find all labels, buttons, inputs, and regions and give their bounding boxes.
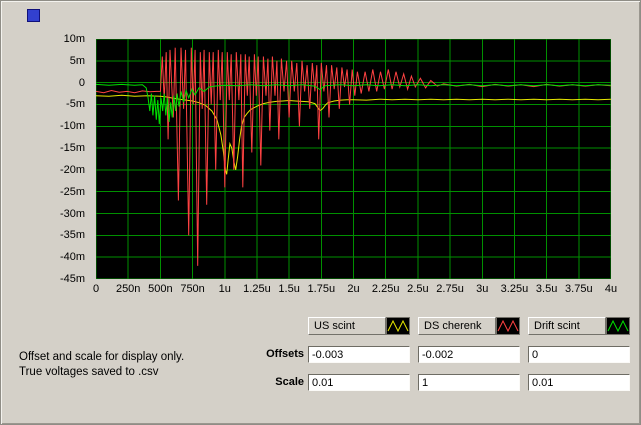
x-tick-label: 3.5u bbox=[535, 283, 558, 295]
y-tick-label: -35m bbox=[59, 229, 85, 242]
y-tick-label: -20m bbox=[59, 163, 85, 176]
waveform-plot-icon bbox=[496, 317, 520, 335]
scale-label: Scale bbox=[275, 376, 304, 388]
x-axis-labels: 0 250n 500n 750n 1u 1.25u 1.5u 1.75u 2u 2.25u 2.5u… bbox=[92, 283, 617, 297]
y-tick-label: -15m bbox=[59, 142, 85, 155]
x-tick-label: 500n bbox=[148, 283, 173, 295]
x-tick-label: 3.25u bbox=[500, 283, 529, 295]
waveform-plot-icon bbox=[386, 317, 410, 335]
y-tick-label: -45m bbox=[59, 273, 85, 285]
x-tick-label: 0 bbox=[92, 283, 100, 295]
offset-input-drift-scint[interactable] bbox=[528, 346, 630, 363]
y-tick-label: -25m bbox=[59, 185, 85, 198]
front-panel: 10m 5m 0 -5m -10m -15m -20m -25m -30m -35m -40m -45… bbox=[0, 0, 641, 425]
legend-label: US scint bbox=[308, 317, 386, 335]
legend-label: DS cherenk bbox=[418, 317, 496, 335]
offset-input-ds-cherenk[interactable] bbox=[418, 346, 520, 363]
x-tick-label: 1.5u bbox=[278, 283, 300, 295]
x-tick-label: 1u bbox=[218, 283, 231, 295]
y-tick-label: 10m bbox=[63, 33, 85, 45]
y-tick-label: 5m bbox=[69, 54, 85, 67]
waveform-svg bbox=[96, 39, 611, 279]
offsets-label: Offsets bbox=[266, 348, 304, 360]
x-tick-label: 2.75u bbox=[436, 283, 464, 295]
x-tick-label: 4u bbox=[604, 283, 618, 295]
scale-input-ds-cherenk[interactable] bbox=[418, 374, 520, 391]
scale-input-drift-scint[interactable] bbox=[528, 374, 630, 391]
x-tick-label: 3u bbox=[476, 283, 489, 295]
waveform-plot-icon bbox=[606, 317, 630, 335]
legend-item-drift-scint[interactable]: Drift scint bbox=[528, 317, 630, 335]
display-note-line2: True voltages saved to .csv bbox=[19, 366, 159, 378]
waveform-graph bbox=[96, 39, 611, 279]
offset-input-us-scint[interactable] bbox=[308, 346, 410, 363]
y-tick-label: 0 bbox=[78, 76, 85, 89]
y-tick-label: -40m bbox=[59, 251, 85, 264]
x-tick-label: 2.25u bbox=[371, 283, 400, 295]
x-tick-label: 2.5u bbox=[407, 283, 429, 295]
x-tick-label: 3.75u bbox=[565, 283, 593, 295]
legend-item-ds-cherenk[interactable]: DS cherenk bbox=[418, 317, 520, 335]
scale-input-us-scint[interactable] bbox=[308, 374, 410, 391]
y-tick-label: -5m bbox=[66, 98, 85, 111]
display-note: Offset and scale for display only. True … bbox=[19, 350, 184, 380]
display-note-line1: Offset and scale for display only. bbox=[19, 351, 185, 363]
legend-label: Drift scint bbox=[528, 317, 606, 335]
x-tick-label: 750n bbox=[180, 283, 205, 295]
decoration-blue-square bbox=[27, 9, 40, 22]
x-tick-label: 2u bbox=[347, 283, 360, 295]
y-tick-label: -30m bbox=[59, 207, 85, 220]
y-tick-label: -10m bbox=[59, 120, 85, 133]
x-tick-label: 250n bbox=[115, 283, 141, 295]
y-axis-labels: 10m 5m 0 -5m -10m -15m -20m -25m -30m -35m -40m -45… bbox=[31, 33, 91, 285]
x-tick-label: 1.25u bbox=[243, 283, 271, 295]
x-tick-label: 1.75u bbox=[307, 283, 336, 295]
legend-item-us-scint[interactable]: US scint bbox=[308, 317, 410, 335]
